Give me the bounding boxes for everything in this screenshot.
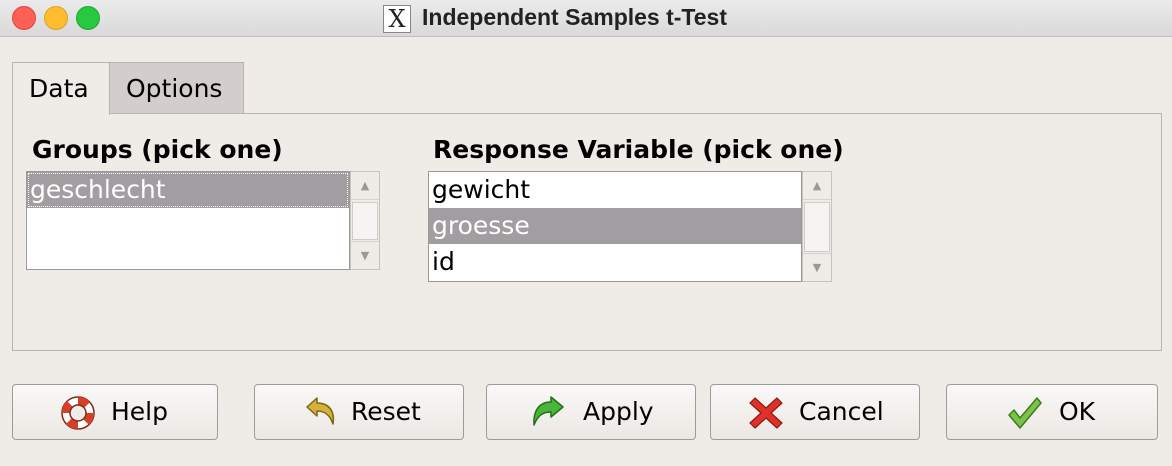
red-x-icon	[749, 397, 783, 429]
apply-button-label: Apply	[583, 397, 654, 426]
x11-icon: X	[383, 5, 411, 33]
help-button-label: Help	[111, 397, 168, 426]
title-bar: X Independent Samples t-Test	[0, 0, 1172, 37]
groups-scrollbar[interactable]: ▲ ▼	[350, 171, 380, 270]
scroll-up-arrow-icon[interactable]: ▲	[351, 172, 379, 200]
tab-data[interactable]: Data	[12, 62, 110, 115]
list-item-groesse[interactable]: groesse	[429, 208, 801, 244]
lifebuoy-icon	[61, 396, 95, 430]
response-listbox[interactable]: gewicht groesse id	[428, 171, 802, 282]
tab-options[interactable]: Options	[110, 62, 244, 114]
help-button[interactable]: Help	[12, 384, 218, 440]
window-title: Independent Samples t-Test	[422, 4, 728, 30]
scroll-down-arrow-icon[interactable]: ▼	[803, 253, 831, 281]
scroll-thumb[interactable]	[804, 202, 830, 252]
reset-button-label: Reset	[351, 397, 421, 426]
groups-label: Groups (pick one)	[32, 135, 283, 164]
response-scrollbar[interactable]: ▲ ▼	[802, 171, 832, 282]
scroll-down-arrow-icon[interactable]: ▼	[351, 241, 379, 269]
groups-listbox[interactable]: geschlecht	[26, 171, 350, 270]
scroll-up-arrow-icon[interactable]: ▲	[803, 172, 831, 200]
response-label: Response Variable (pick one)	[433, 135, 844, 164]
ok-button[interactable]: OK	[946, 384, 1158, 440]
apply-button[interactable]: Apply	[486, 384, 696, 440]
scroll-thumb[interactable]	[352, 202, 378, 240]
ok-button-label: OK	[1059, 397, 1096, 426]
undo-arrow-icon	[306, 397, 335, 425]
list-item-id[interactable]: id	[429, 244, 801, 280]
cancel-button-label: Cancel	[799, 397, 884, 426]
reset-button[interactable]: Reset	[254, 384, 464, 440]
list-item-geschlecht[interactable]: geschlecht	[27, 172, 349, 208]
cancel-button[interactable]: Cancel	[710, 384, 920, 440]
checkmark-icon	[1008, 397, 1042, 429]
green-arrow-icon	[533, 396, 564, 426]
list-item-gewicht[interactable]: gewicht	[429, 172, 801, 208]
